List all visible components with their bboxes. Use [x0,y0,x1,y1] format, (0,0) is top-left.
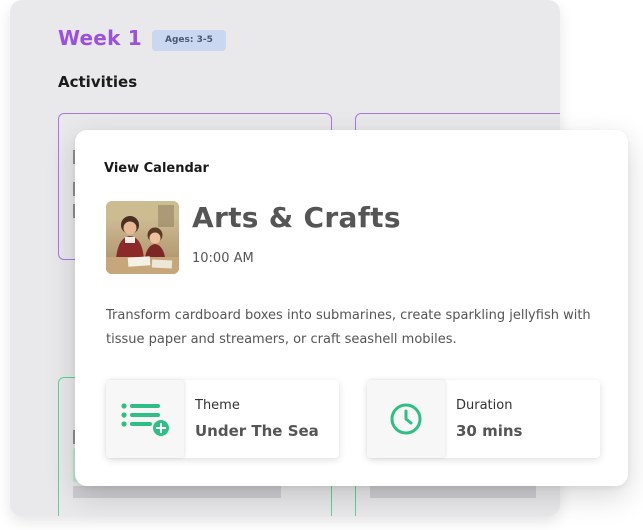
event-time: 10:00 AM [192,251,254,266]
event-detail-modal: View Calendar Arts & Crafts 10:00 AM Tra… [75,130,628,486]
theme-label: Theme [195,398,240,413]
event-thumbnail [106,201,179,274]
theme-value: Under The Sea [195,422,319,440]
duration-card: Duration 30 mins [367,380,600,458]
view-calendar-link[interactable]: View Calendar [104,161,209,176]
children-drawing-photo [106,201,179,274]
activity-card-footer-bar [73,486,281,498]
duration-icon-box [367,380,445,458]
age-badge: Ages: 3-5 [152,30,226,51]
week-title: Week 1 [58,26,142,50]
page: Week 1 Ages: 3-5 Activities View Calenda… [0,0,643,530]
duration-label: Duration [456,398,513,413]
activity-card-footer-bar [370,486,536,498]
duration-value: 30 mins [456,422,523,440]
event-description: Transform cardboard boxes into submarine… [106,308,591,347]
list-add-icon [121,403,169,436]
clock-icon [390,403,422,435]
activities-heading: Activities [58,73,138,91]
theme-icon-box [106,380,184,458]
theme-card: Theme Under The Sea [106,380,339,458]
event-title: Arts & Crafts [192,201,401,234]
